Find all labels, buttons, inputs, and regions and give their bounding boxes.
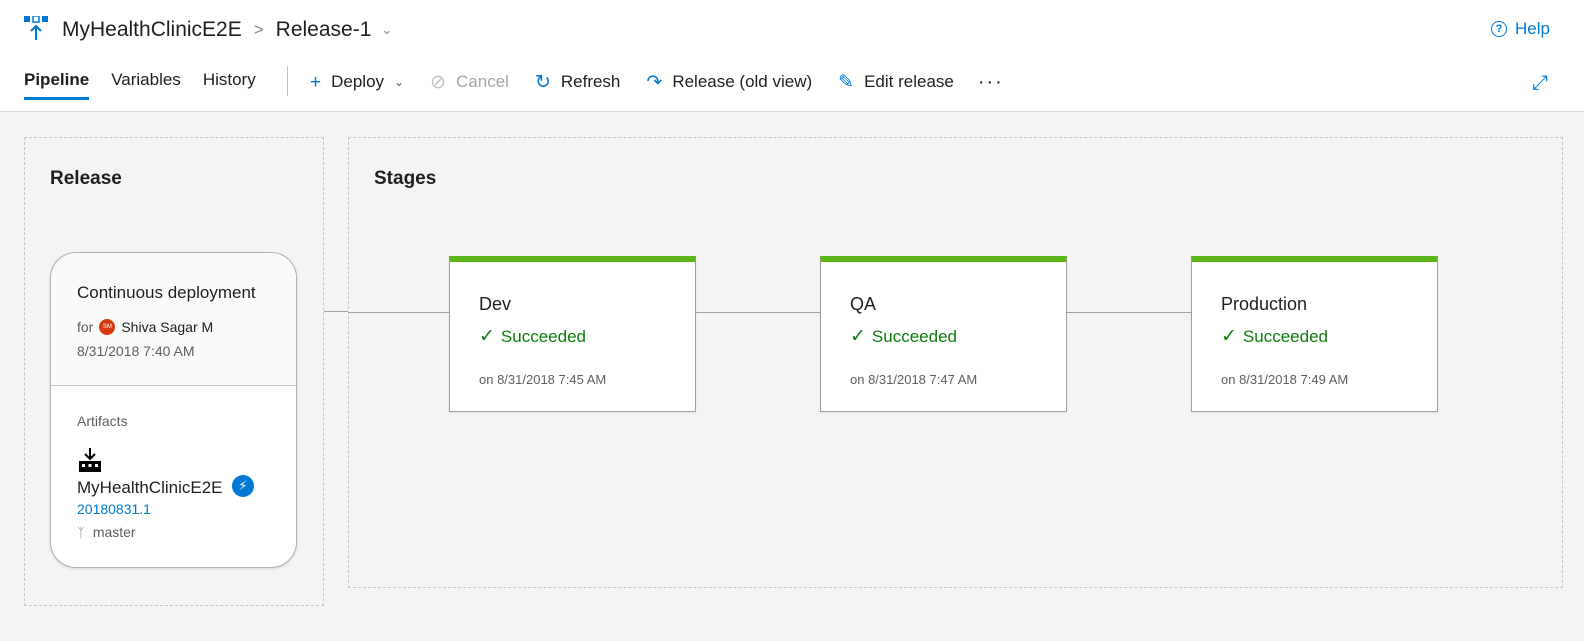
- pencil-icon: ✎: [838, 71, 855, 93]
- git-branch-icon: ᛉ: [77, 524, 85, 540]
- toolbar: + Deploy ⌄ ⊘ Cancel ↻ Refresh ↷ Release …: [310, 68, 1004, 96]
- artifact-name[interactable]: MyHealthClinicE2E: [77, 478, 223, 498]
- stage-status: ✓ Succeeded: [850, 325, 957, 348]
- connector-line: [1067, 312, 1191, 313]
- chevron-down-icon: ⌄: [394, 75, 405, 89]
- help-label: Help: [1515, 19, 1550, 38]
- avatar: SM: [99, 319, 116, 335]
- stage-status-label: Succeeded: [500, 326, 586, 346]
- check-icon: ✓: [1221, 326, 1237, 347]
- cancel-circle-icon: ⊘: [430, 71, 447, 93]
- breadcrumb: MyHealthClinicE2E > Release-1 ⌄: [62, 15, 392, 45]
- stage-status: ✓ Succeeded: [479, 325, 586, 348]
- branch-name: master: [92, 524, 136, 540]
- stage-time: on 8/31/2018 7:49 AM: [1221, 372, 1349, 387]
- stage-name: QA: [850, 294, 877, 314]
- tab-history[interactable]: History: [203, 60, 256, 100]
- build-artifact-icon: [79, 448, 101, 472]
- chevron-down-icon[interactable]: ⌄: [381, 22, 392, 38]
- breadcrumb-pipeline[interactable]: MyHealthClinicE2E: [62, 18, 242, 42]
- release-panel-title: Release: [50, 168, 122, 189]
- artifact-branch: ᛉ master: [77, 524, 136, 540]
- user-name: Shiva Sagar M: [121, 319, 214, 335]
- breadcrumb-separator: >: [253, 20, 264, 39]
- connector-line: [348, 312, 449, 313]
- old-view-button[interactable]: ↷ Release (old view): [646, 72, 812, 92]
- trigger-label: Continuous deployment: [77, 283, 256, 302]
- release-requester: for SM Shiva Sagar M: [77, 319, 213, 335]
- tab-bar: Pipeline Variables History: [24, 60, 278, 110]
- stage-status-label: Succeeded: [1242, 326, 1328, 346]
- stage-name: Production: [1221, 294, 1308, 314]
- stages-panel-title: Stages: [374, 168, 437, 189]
- artifacts-label: Artifacts: [77, 413, 128, 429]
- share-arrow-icon: ↷: [646, 71, 663, 93]
- tab-pipeline[interactable]: Pipeline: [24, 60, 90, 100]
- cancel-button[interactable]: ⊘ Cancel: [430, 72, 509, 92]
- lightning-icon: ⚡: [232, 475, 254, 497]
- stage-time: on 8/31/2018 7:45 AM: [479, 372, 607, 387]
- plus-icon: +: [310, 71, 322, 93]
- stage-time: on 8/31/2018 7:47 AM: [850, 372, 978, 387]
- edit-release-label: Edit release: [864, 72, 954, 91]
- edit-release-button[interactable]: ✎ Edit release: [838, 72, 954, 92]
- refresh-icon: ↻: [534, 71, 551, 93]
- check-icon: ✓: [479, 326, 495, 347]
- toolbar-divider: [287, 66, 288, 96]
- help-link[interactable]: ? Help: [1491, 19, 1550, 39]
- expand-diagonal-icon[interactable]: ⤢: [1532, 72, 1548, 95]
- check-icon: ✓: [850, 326, 866, 347]
- cancel-label: Cancel: [456, 72, 509, 91]
- release-date: 8/31/2018 7:40 AM: [77, 343, 195, 359]
- header-bar: MyHealthClinicE2E > Release-1 ⌄ ? Help P…: [0, 0, 1584, 112]
- refresh-button[interactable]: ↻ Refresh: [535, 72, 620, 92]
- connector-line: [324, 311, 348, 312]
- stage-card-qa[interactable]: QA ✓ Succeeded on 8/31/2018 7:47 AM: [820, 256, 1067, 412]
- more-options-button[interactable]: ···: [978, 71, 1004, 94]
- old-view-label: Release (old view): [672, 72, 813, 91]
- breadcrumb-release[interactable]: Release-1: [276, 18, 372, 42]
- for-label: for: [77, 319, 94, 335]
- stage-card-production[interactable]: Production ✓ Succeeded on 8/31/2018 7:49…: [1191, 256, 1438, 412]
- stage-name: Dev: [479, 294, 512, 314]
- connector-line: [696, 312, 820, 313]
- stage-card-dev[interactable]: Dev ✓ Succeeded on 8/31/2018 7:45 AM: [449, 256, 696, 412]
- artifact-version-link[interactable]: 20180831.1: [77, 501, 151, 517]
- release-pipeline-icon: [24, 16, 48, 40]
- deploy-button[interactable]: + Deploy ⌄: [310, 72, 404, 92]
- stage-status: ✓ Succeeded: [1221, 325, 1328, 348]
- stage-status-label: Succeeded: [871, 326, 957, 346]
- tab-variables[interactable]: Variables: [111, 60, 181, 100]
- help-circle-icon: ?: [1491, 21, 1508, 37]
- deploy-label: Deploy: [331, 72, 385, 91]
- release-trigger-section: Continuous deployment for SM Shiva Sagar…: [51, 253, 296, 386]
- release-card[interactable]: Continuous deployment for SM Shiva Sagar…: [50, 252, 297, 568]
- refresh-label: Refresh: [560, 72, 621, 91]
